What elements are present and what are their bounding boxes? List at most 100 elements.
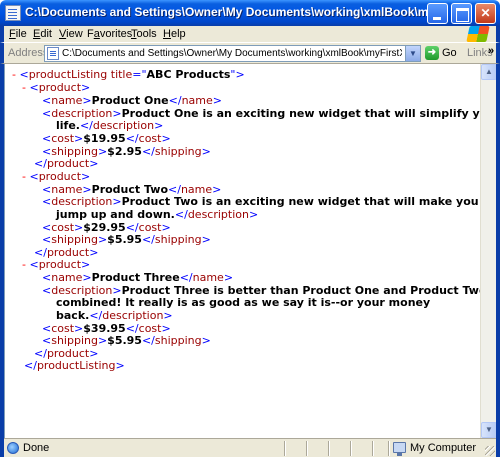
title-bar[interactable]: C:\Documents and Settings\Owner\My Docum… bbox=[0, 0, 500, 26]
links-chevron-icon[interactable]: » bbox=[488, 45, 494, 57]
go-arrow-icon: ➜ bbox=[425, 46, 439, 60]
status-divider bbox=[350, 441, 351, 456]
security-zone: My Computer bbox=[410, 442, 477, 454]
status-divider bbox=[388, 441, 389, 456]
menu-tools[interactable]: Tools bbox=[131, 28, 157, 40]
maximize-button[interactable] bbox=[451, 3, 472, 24]
menu-tools-label: ools bbox=[136, 28, 157, 40]
resize-grip[interactable] bbox=[485, 446, 495, 456]
xml-root-open: - <productListing title="ABC Products"> bbox=[12, 68, 245, 81]
menu-file-label: ile bbox=[15, 28, 27, 40]
name-element: <name>Product One</name> bbox=[42, 94, 222, 107]
menu-favorites[interactable]: Favorites bbox=[87, 28, 132, 40]
cost-value: $19.95 bbox=[83, 132, 126, 145]
shipping-tag: shipping bbox=[154, 145, 202, 158]
shipping-value: $2.95 bbox=[107, 145, 142, 158]
product-tag: product bbox=[38, 81, 82, 94]
status-divider bbox=[284, 441, 285, 456]
collapse-toggle[interactable]: - bbox=[22, 258, 26, 271]
shipping-value: $5.95 bbox=[107, 233, 142, 246]
menu-edit[interactable]: Edit bbox=[33, 28, 52, 40]
menu-file[interactable]: File bbox=[9, 28, 27, 40]
product-tag: product bbox=[46, 157, 90, 170]
shipping-element: <shipping>$5.95</shipping> bbox=[42, 334, 211, 347]
collapse-toggle[interactable]: - bbox=[22, 81, 26, 94]
product-open: - <product> bbox=[22, 258, 91, 271]
menu-edit-label: dit bbox=[40, 28, 52, 40]
shipping-tag: shipping bbox=[154, 233, 202, 246]
name-tag: name bbox=[51, 94, 83, 107]
close-button[interactable] bbox=[475, 3, 496, 24]
cost-element: <cost>$19.95</cost> bbox=[42, 132, 171, 145]
description-continued: back.</description> bbox=[56, 309, 173, 322]
status-text: Done bbox=[23, 442, 50, 454]
page-icon bbox=[47, 47, 59, 60]
status-divider bbox=[372, 441, 373, 456]
window-title: C:\Documents and Settings\Owner\My Docum… bbox=[25, 5, 435, 19]
menu-favorites-pre: F bbox=[87, 28, 94, 40]
address-url: C:\Documents and Settings\Owner\My Docum… bbox=[62, 48, 402, 59]
status-divider bbox=[328, 441, 329, 456]
windows-logo-icon bbox=[466, 26, 490, 42]
address-label: Address bbox=[8, 47, 49, 59]
shipping-value: $5.95 bbox=[107, 334, 142, 347]
minimize-button[interactable] bbox=[427, 3, 448, 24]
collapse-toggle[interactable]: - bbox=[12, 68, 16, 81]
address-bar: Address C:\Documents and Settings\Owner\… bbox=[0, 42, 500, 64]
menu-view[interactable]: View bbox=[59, 28, 83, 40]
cost-tag: cost bbox=[51, 132, 75, 145]
go-label: Go bbox=[442, 47, 457, 59]
product-name: Product Three bbox=[91, 271, 180, 284]
name-tag: name bbox=[181, 94, 213, 107]
shipping-element: <shipping>$5.95</shipping> bbox=[42, 233, 211, 246]
menu-file-accel: F bbox=[9, 28, 16, 40]
ie-page-icon bbox=[7, 442, 19, 454]
menu-help-label: elp bbox=[170, 28, 186, 40]
root-attr-name: title bbox=[110, 68, 133, 81]
scroll-down-button[interactable]: ▼ bbox=[481, 422, 497, 438]
description-text: Product One is an exciting new widget th… bbox=[121, 107, 480, 120]
description-text: back. bbox=[56, 309, 90, 322]
root-attr-value: ABC Products bbox=[146, 68, 231, 81]
product-open: - <product> bbox=[22, 170, 91, 183]
description-text: Product Two is an exciting new widget th… bbox=[121, 195, 479, 208]
description-tag: description bbox=[187, 208, 249, 221]
description-continued: jump up and down.</description> bbox=[56, 208, 259, 221]
menu-help-accel: H bbox=[163, 28, 171, 40]
menu-view-label: iew bbox=[66, 28, 83, 40]
product-close: </product> bbox=[34, 157, 99, 170]
product-open: - <product> bbox=[22, 81, 91, 94]
name-tag: name bbox=[51, 271, 83, 284]
go-button[interactable]: ➜ Go bbox=[425, 46, 457, 62]
shipping-tag: shipping bbox=[51, 334, 98, 347]
root-tag: productListing bbox=[36, 359, 116, 372]
menu-bar: File Edit View Favorites Tools Help bbox=[0, 26, 500, 42]
shipping-tag: shipping bbox=[51, 233, 98, 246]
menu-favorites-label: vorites bbox=[99, 28, 133, 40]
description-element: <description>Product Two is an exciting … bbox=[42, 195, 479, 208]
status-divider bbox=[306, 441, 307, 456]
name-tag: name bbox=[192, 271, 224, 284]
description-tag: description bbox=[51, 195, 113, 208]
status-bar: Done My Computer bbox=[4, 438, 496, 457]
product-tag: product bbox=[38, 170, 82, 183]
xml-root-close: </productListing> bbox=[24, 359, 125, 372]
description-text: life. bbox=[56, 119, 80, 132]
description-text: combined! It really is as good as we say… bbox=[56, 296, 431, 309]
address-dropdown-button[interactable]: ▼ bbox=[405, 46, 420, 61]
address-input[interactable]: C:\Documents and Settings\Owner\My Docum… bbox=[44, 45, 421, 62]
name-element: <name>Product Three</name> bbox=[42, 271, 234, 284]
menu-help[interactable]: Help bbox=[163, 28, 186, 40]
scroll-up-button[interactable]: ▲ bbox=[481, 64, 497, 80]
description-tag: description bbox=[92, 119, 155, 132]
product-name: Product One bbox=[91, 94, 169, 107]
collapse-toggle[interactable]: - bbox=[22, 170, 26, 183]
vertical-scrollbar[interactable]: ▲ ▼ bbox=[480, 64, 497, 438]
root-tag: productListing bbox=[28, 68, 108, 81]
description-tag: description bbox=[102, 309, 164, 322]
description-continued: combined! It really is as good as we say… bbox=[56, 297, 430, 309]
xml-viewer: - <productListing title="ABC Products"> … bbox=[4, 64, 480, 438]
product-tag: product bbox=[38, 258, 82, 271]
description-continued: life.</description> bbox=[56, 119, 164, 132]
cost-tag: cost bbox=[138, 132, 162, 145]
